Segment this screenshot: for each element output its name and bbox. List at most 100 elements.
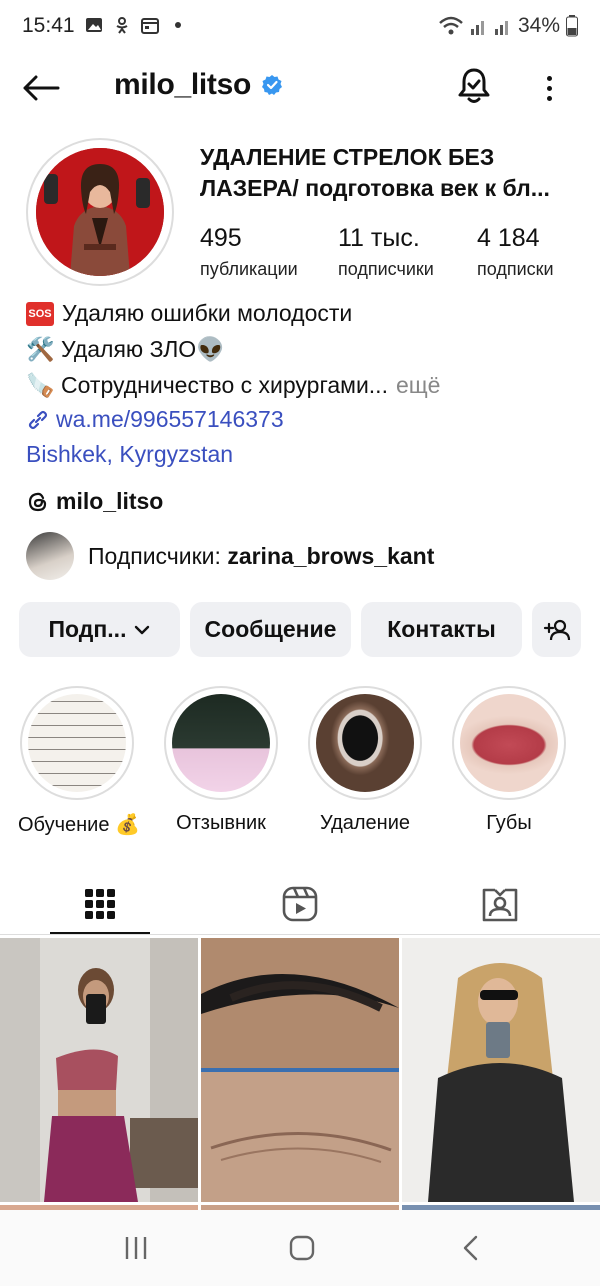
header-username: milo_litso	[114, 68, 283, 102]
bell-icon	[458, 68, 490, 103]
highlight-label: Губы	[486, 812, 532, 834]
tab-reels[interactable]	[200, 874, 400, 934]
location-text: Bishkek, Kyrgyzstan	[26, 441, 234, 467]
stat-value: 495	[200, 224, 242, 252]
tab-grid[interactable]	[0, 874, 200, 934]
status-time: 15:41	[22, 14, 75, 37]
post-image-eyeliner-before-after	[201, 938, 399, 1202]
link-icon	[28, 410, 48, 429]
highlight-ring	[308, 686, 422, 800]
recent-apps-icon	[125, 1237, 147, 1259]
more-icon	[546, 75, 552, 81]
verified-badge-icon	[262, 75, 283, 95]
home-icon	[289, 1235, 315, 1261]
stat-followers[interactable]: 11 тыс. подписчики	[338, 224, 434, 280]
contacts-label: Контакты	[387, 616, 496, 642]
back-nav-button[interactable]	[442, 1228, 502, 1268]
message-button[interactable]: Сообщение	[190, 602, 351, 657]
highlight-ring	[164, 686, 278, 800]
highlight-lips[interactable]: Губы	[450, 686, 568, 835]
notifications-bell-button[interactable]	[452, 64, 496, 108]
message-label: Сообщение	[204, 616, 337, 642]
chevron-down-icon	[135, 625, 150, 634]
stat-value: 4 184	[477, 224, 540, 252]
active-tab-indicator	[50, 932, 150, 934]
tab-tagged[interactable]	[400, 874, 600, 934]
post-thumbnail[interactable]	[201, 938, 399, 1202]
stat-following[interactable]: 4 184 подписки	[477, 224, 554, 280]
display-name-line1: УДАЛЕНИЕ СТРЕЛОК БЕЗ	[200, 144, 495, 170]
reels-icon	[282, 886, 318, 922]
threads-handle: milo_litso	[56, 488, 164, 514]
post-thumbnail[interactable]	[0, 938, 198, 1202]
username-text: milo_litso	[114, 68, 252, 101]
bio-text: 🛠️ Удаляю ЗЛО👽	[26, 336, 225, 362]
highlight-reviews[interactable]: Отзывник	[162, 686, 280, 835]
mutual-followers[interactable]: Подписчики: zarina_brows_kant	[26, 532, 434, 580]
highlight-cover	[28, 694, 126, 792]
following-label: Подп...	[48, 616, 127, 642]
bio-line-3: 🪚 Сотрудничество с хирургами... ещё	[26, 372, 440, 399]
chevron-left-icon	[463, 1235, 478, 1261]
bio-more-link[interactable]: ещё	[396, 372, 441, 399]
highlight-ring	[20, 686, 134, 800]
mutual-username: zarina_brows_kant	[227, 542, 435, 569]
highlight-removal[interactable]: Удаление	[306, 686, 424, 835]
add-person-icon	[543, 619, 570, 640]
highlight-label: Отзывник	[176, 812, 266, 834]
bio-location[interactable]: Bishkek, Kyrgyzstan	[26, 441, 233, 468]
bio-link-text: wa.me/996557146373	[56, 406, 284, 432]
calendar-icon	[141, 18, 159, 34]
stat-label: подписки	[477, 259, 554, 279]
bio-line-2: 🛠️ Удаляю ЗЛО👽	[26, 336, 225, 363]
mutual-follower-avatar	[26, 532, 74, 580]
bio-line-1: SOS Удаляю ошибки молодости	[26, 300, 352, 327]
status-bar: 15:41 34%	[0, 0, 600, 52]
contacts-button[interactable]: Контакты	[361, 602, 522, 657]
suggest-people-button[interactable]	[532, 602, 581, 657]
profile-display-name: УДАЛЕНИЕ СТРЕЛОК БЕЗ ЛАЗЕРА/ подготовка …	[200, 142, 580, 204]
wifi-icon	[439, 16, 463, 35]
highlight-label: Удаление	[319, 812, 411, 834]
more-icon-dot	[546, 85, 552, 91]
signal-icon	[470, 21, 484, 35]
signal-icon	[494, 21, 508, 35]
status-right: 34%	[438, 14, 578, 38]
bio-text: Удаляю ошибки молодости	[62, 300, 353, 326]
ok-icon	[116, 17, 128, 34]
threads-icon	[28, 492, 47, 511]
grid-icon	[85, 889, 115, 919]
highlight-cover	[316, 694, 414, 792]
bio-text: 🪚 Сотрудничество с хирургами...	[26, 372, 388, 398]
highlight-education[interactable]: Обучение 💰	[18, 686, 140, 837]
home-button[interactable]	[272, 1228, 332, 1268]
dot-icon	[175, 22, 181, 28]
more-options-button[interactable]	[534, 68, 564, 108]
threads-badge[interactable]: milo_litso	[26, 488, 163, 515]
recent-apps-button[interactable]	[106, 1228, 166, 1268]
post-thumbnail[interactable]	[402, 938, 600, 1202]
stat-label: подписчики	[338, 259, 434, 279]
following-button[interactable]: Подп...	[19, 602, 180, 657]
post-image-blonde-selfie	[402, 938, 600, 1202]
highlight-ring	[452, 686, 566, 800]
more-icon-dot	[546, 95, 552, 101]
highlight-cover	[172, 694, 270, 792]
back-button[interactable]	[22, 68, 66, 108]
post-image-mirror-selfie	[0, 938, 198, 1202]
stat-posts[interactable]: 495 публикации	[200, 224, 298, 280]
avatar-photo	[36, 148, 164, 276]
back-arrow-icon	[23, 75, 60, 101]
mutual-prefix: Подписчики:	[88, 542, 221, 569]
battery-percent: 34%	[517, 14, 560, 37]
sos-badge-icon: SOS	[26, 301, 54, 326]
display-name-line2: ЛАЗЕРА/ подготовка век к бл...	[200, 175, 550, 201]
tagged-icon	[482, 888, 518, 922]
battery-icon	[566, 15, 578, 37]
bio-link[interactable]: wa.me/996557146373	[26, 406, 284, 433]
highlight-cover	[460, 694, 558, 792]
highlight-label: Обучение 💰	[18, 814, 140, 836]
profile-avatar[interactable]	[36, 148, 164, 276]
gallery-icon	[86, 18, 102, 32]
stat-value: 11 тыс.	[338, 224, 420, 252]
